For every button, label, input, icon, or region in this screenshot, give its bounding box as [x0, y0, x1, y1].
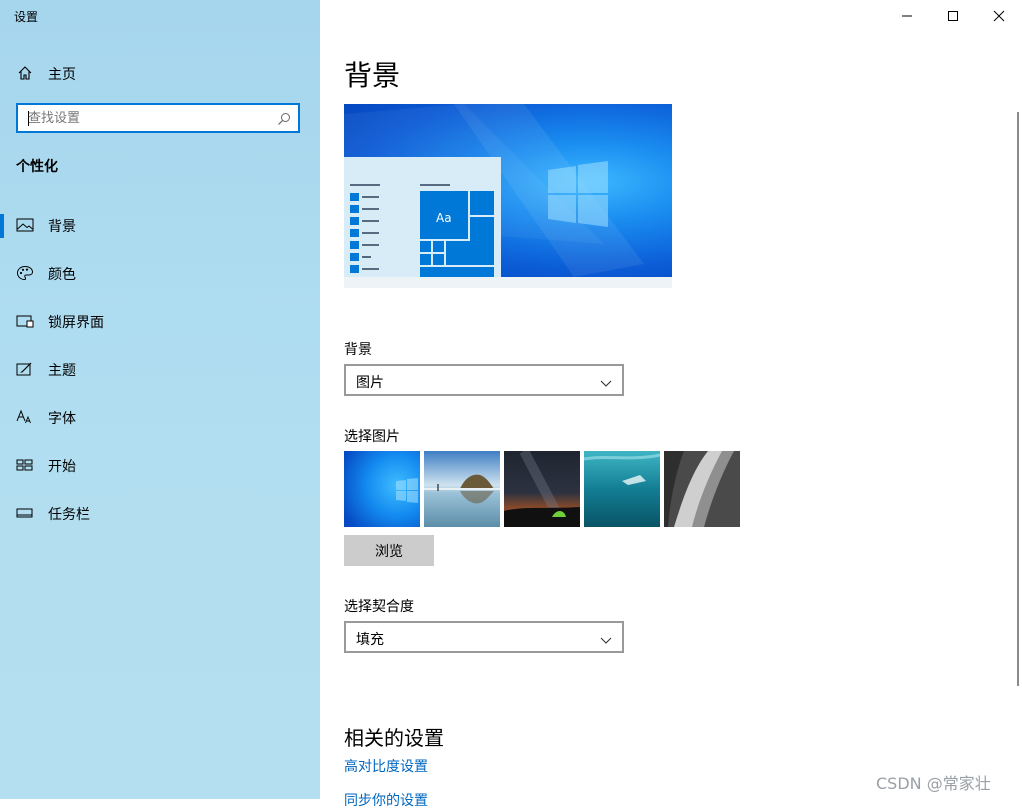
section-title: 个性化	[16, 159, 58, 175]
sidebar-item-label: 开始	[48, 459, 76, 475]
picture-icon	[16, 217, 34, 233]
sidebar: 设置 主页 个性化 背景 颜色	[0, 0, 320, 799]
sidebar-item-label: 字体	[48, 411, 76, 427]
minimize-icon	[902, 15, 912, 17]
sidebar-item-fonts[interactable]: 字体	[0, 398, 320, 446]
dropdown-value: 图片	[356, 375, 384, 391]
sidebar-item-lock-screen[interactable]: 锁屏界面	[0, 302, 320, 350]
home-label: 主页	[48, 67, 76, 83]
background-type-dropdown[interactable]: 图片	[344, 364, 624, 396]
picture-thumbnail-night-sky[interactable]	[504, 451, 580, 527]
sidebar-item-label: 背景	[48, 219, 76, 235]
lock-screen-icon	[16, 313, 34, 329]
fit-label: 选择契合度	[344, 599, 414, 615]
maximize-button[interactable]	[930, 0, 976, 32]
search-input[interactable]	[28, 108, 278, 128]
sidebar-item-taskbar[interactable]: 任务栏	[0, 494, 320, 542]
preview-taskbar-area	[344, 277, 672, 288]
background-label: 背景	[344, 342, 372, 358]
picture-thumbnail-rock[interactable]	[664, 451, 740, 527]
picture-thumbnail-beach[interactable]	[424, 451, 500, 527]
picture-thumbnail-windows[interactable]	[344, 451, 420, 527]
page-title: 背景	[344, 59, 401, 92]
high-contrast-settings-link[interactable]: 高对比度设置	[344, 756, 428, 776]
preview-start-menu	[344, 157, 501, 277]
active-indicator	[0, 214, 4, 238]
chevron-down-icon	[600, 376, 612, 392]
picture-thumbnail-underwater[interactable]	[584, 451, 660, 527]
window-title: 设置	[14, 10, 39, 24]
search-icon[interactable]	[277, 112, 291, 126]
close-icon	[993, 10, 1005, 22]
home-nav-item[interactable]: 主页	[0, 58, 320, 88]
preview-tile-text: Aa	[436, 211, 452, 225]
close-button[interactable]	[976, 0, 1022, 32]
minimize-button[interactable]	[884, 0, 930, 32]
palette-icon	[16, 265, 34, 281]
watermark: CSDN @常家壮	[876, 774, 991, 793]
chevron-down-icon	[600, 633, 612, 649]
scrollbar[interactable]	[1017, 112, 1019, 686]
choose-picture-label: 选择图片	[344, 429, 400, 445]
taskbar-icon	[16, 505, 34, 521]
sidebar-item-start[interactable]: 开始	[0, 446, 320, 494]
sidebar-item-colors[interactable]: 颜色	[0, 254, 320, 302]
sync-settings-link[interactable]: 同步你的设置	[344, 790, 428, 810]
fit-dropdown[interactable]: 填充	[344, 621, 624, 653]
sidebar-item-label: 颜色	[48, 267, 76, 283]
dropdown-value: 填充	[356, 632, 384, 648]
font-icon	[16, 409, 34, 425]
sidebar-item-background[interactable]: 背景	[0, 206, 320, 254]
home-icon	[17, 65, 33, 81]
browse-button[interactable]: 浏览	[344, 535, 434, 566]
related-settings-title: 相关的设置	[344, 726, 444, 750]
search-box[interactable]	[16, 103, 300, 133]
sidebar-item-label: 任务栏	[48, 507, 90, 523]
sidebar-item-themes[interactable]: 主题	[0, 350, 320, 398]
desktop-preview: Aa	[344, 104, 672, 288]
theme-icon	[16, 361, 34, 377]
start-icon	[16, 457, 34, 473]
sidebar-item-label: 锁屏界面	[48, 315, 104, 331]
maximize-icon	[948, 11, 958, 21]
sidebar-item-label: 主题	[48, 363, 76, 379]
sidebar-nav: 背景 颜色 锁屏界面 主题 字体 开始 任务栏	[0, 206, 320, 542]
